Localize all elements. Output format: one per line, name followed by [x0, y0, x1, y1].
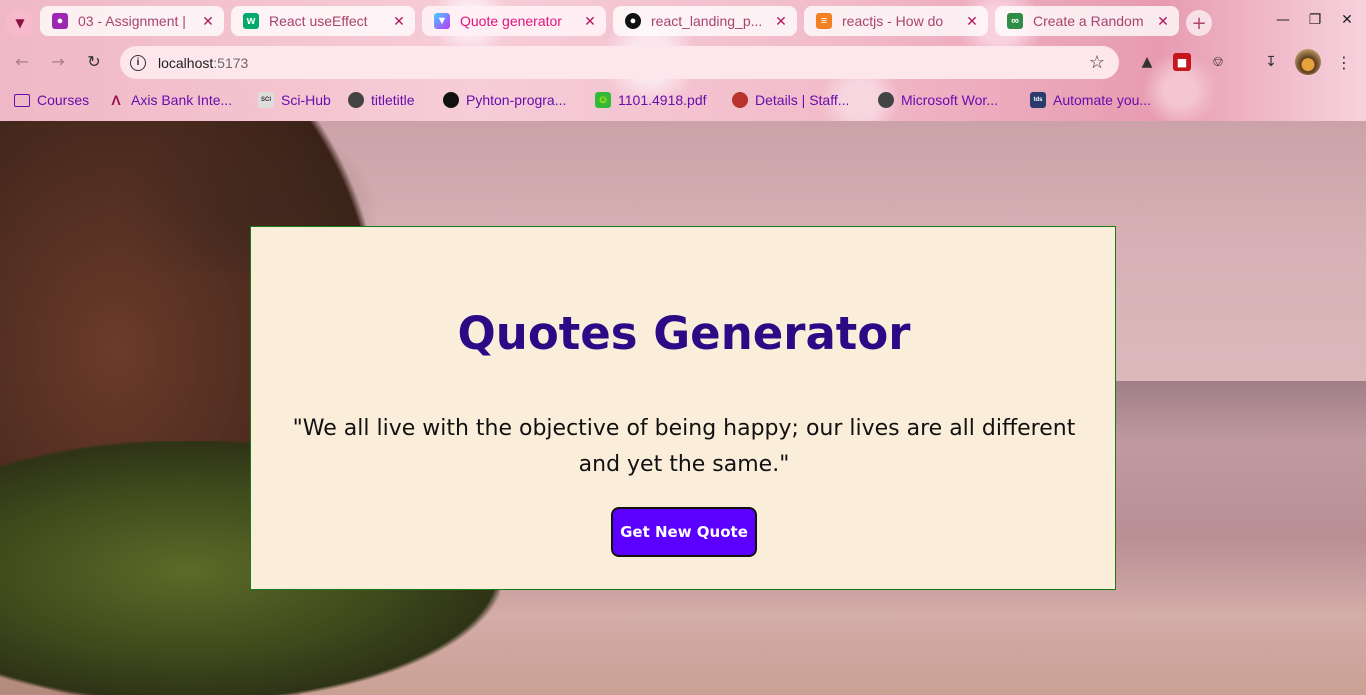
close-window-button[interactable]: ✕	[1337, 12, 1357, 28]
smiley-icon: ☺	[595, 92, 611, 108]
bookmark-label: 1101.4918.pdf	[618, 92, 707, 108]
bookmark-courses[interactable]: Courses	[14, 88, 89, 112]
bookmark-label: Sci-Hub	[281, 92, 331, 108]
folder-icon	[14, 93, 30, 107]
close-icon[interactable]: ✕	[964, 13, 980, 30]
close-icon[interactable]: ✕	[582, 13, 598, 30]
toolbar: ← → ↻ i localhost:5173 ☆ ▲ ■ ⎊ ↧ ⋮	[0, 44, 1366, 80]
back-button[interactable]: ←	[12, 52, 32, 71]
bookmark-staff-details[interactable]: Details | Staff...	[732, 88, 849, 112]
bookmark-label: Axis Bank Inte...	[131, 92, 233, 108]
tds-icon: tds	[1030, 92, 1046, 108]
w3schools-icon: w	[243, 13, 259, 29]
maximize-button[interactable]: ❐	[1305, 12, 1325, 28]
tab-react-useeffect[interactable]: w React useEffect ✕	[231, 6, 415, 36]
tab-strip: ▼ ● 03 - Assignment | ✕ w React useEffec…	[0, 4, 1366, 37]
tab-react-landing[interactable]: ● react_landing_p... ✕	[613, 6, 797, 36]
quote-card: Quotes Generator "We all live with the o…	[250, 226, 1116, 590]
address-bar[interactable]: i localhost:5173 ☆	[120, 46, 1119, 79]
bookmark-label: Automate you...	[1053, 92, 1152, 108]
github-icon: ●	[625, 13, 641, 29]
extension-icon[interactable]: ■	[1173, 53, 1191, 71]
quote-text: "We all live with the objective of being…	[292, 416, 1076, 477]
bookmarks-bar: Courses Λ Axis Bank Inte... SCI Sci-Hub …	[0, 88, 1300, 112]
download-icon[interactable]: ↧	[1262, 53, 1280, 71]
bookmark-microsoft-word[interactable]: Microsoft Wor...	[878, 88, 998, 112]
profile-avatar[interactable]	[1295, 49, 1321, 75]
puzzle-extensions-icon[interactable]: ⎊	[1209, 53, 1227, 71]
tab-create-random[interactable]: ∞ Create a Random ✕	[995, 6, 1179, 36]
url-port: :5173	[213, 54, 249, 71]
axis-bank-icon: Λ	[111, 92, 121, 108]
globe-icon	[348, 92, 364, 108]
tab-title: 03 - Assignment |	[78, 13, 186, 29]
menu-kebab-icon[interactable]: ⋮	[1335, 53, 1353, 72]
geeksforgeeks-icon: ∞	[1007, 13, 1023, 29]
browser-chrome: ▼ ● 03 - Assignment | ✕ w React useEffec…	[0, 0, 1366, 121]
bookmark-pdf[interactable]: ☺ 1101.4918.pdf	[595, 88, 707, 112]
github-icon	[443, 92, 459, 108]
bookmark-label: Courses	[37, 92, 90, 108]
bookmark-python-programs[interactable]: Pyhton-progra...	[443, 88, 566, 112]
tab-search-button[interactable]: ▼	[6, 9, 34, 37]
tab-title: reactjs - How do	[842, 13, 944, 29]
bookmark-axis-bank[interactable]: Λ Axis Bank Inte...	[108, 88, 232, 112]
vite-icon: ▼	[434, 13, 450, 29]
bookmark-label: Microsoft Wor...	[901, 92, 998, 108]
performance-icon[interactable]: ▲	[1138, 53, 1156, 71]
bookmark-scihub[interactable]: SCI Sci-Hub	[258, 88, 331, 112]
close-icon[interactable]: ✕	[773, 13, 789, 30]
info-icon[interactable]: i	[130, 54, 146, 71]
bookmark-label: Details | Staff...	[755, 92, 850, 108]
new-tab-button[interactable]: +	[1186, 10, 1212, 36]
tab-title: Create a Random	[1033, 13, 1144, 29]
tab-title: react_landing_p...	[651, 13, 763, 29]
staff-icon	[732, 92, 748, 108]
close-icon[interactable]: ✕	[391, 13, 407, 30]
tab-assignment[interactable]: ● 03 - Assignment | ✕	[40, 6, 224, 36]
minimize-button[interactable]: —	[1273, 12, 1293, 28]
get-new-quote-button[interactable]: Get New Quote	[611, 507, 757, 557]
tab-title: React useEffect	[269, 13, 368, 29]
bookmark-label: Pyhton-progra...	[466, 92, 567, 108]
page-title: Quotes Generator	[457, 307, 911, 360]
stackoverflow-icon: ≡	[816, 13, 832, 29]
bookmark-label: titletitle	[371, 92, 415, 108]
reload-button[interactable]: ↻	[84, 52, 104, 71]
classroom-icon: ●	[52, 13, 68, 29]
bookmark-automate[interactable]: tds Automate you...	[1030, 88, 1151, 112]
close-icon[interactable]: ✕	[200, 13, 216, 30]
bookmark-titletitle[interactable]: titletitle	[348, 88, 415, 112]
tab-reactjs-how-do[interactable]: ≡ reactjs - How do ✕	[804, 6, 988, 36]
tab-quote-generator[interactable]: ▼ Quote generator ✕	[422, 6, 606, 36]
globe-icon	[878, 92, 894, 108]
page-viewport: Quotes Generator "We all live with the o…	[0, 121, 1366, 695]
forward-button[interactable]: →	[48, 52, 68, 71]
chevron-down-icon: ▼	[15, 16, 25, 30]
close-icon[interactable]: ✕	[1155, 13, 1171, 30]
bookmark-star-icon[interactable]: ☆	[1089, 52, 1105, 73]
scihub-icon: SCI	[258, 92, 274, 108]
tab-title: Quote generator	[460, 13, 562, 29]
url-host: localhost	[158, 54, 214, 71]
